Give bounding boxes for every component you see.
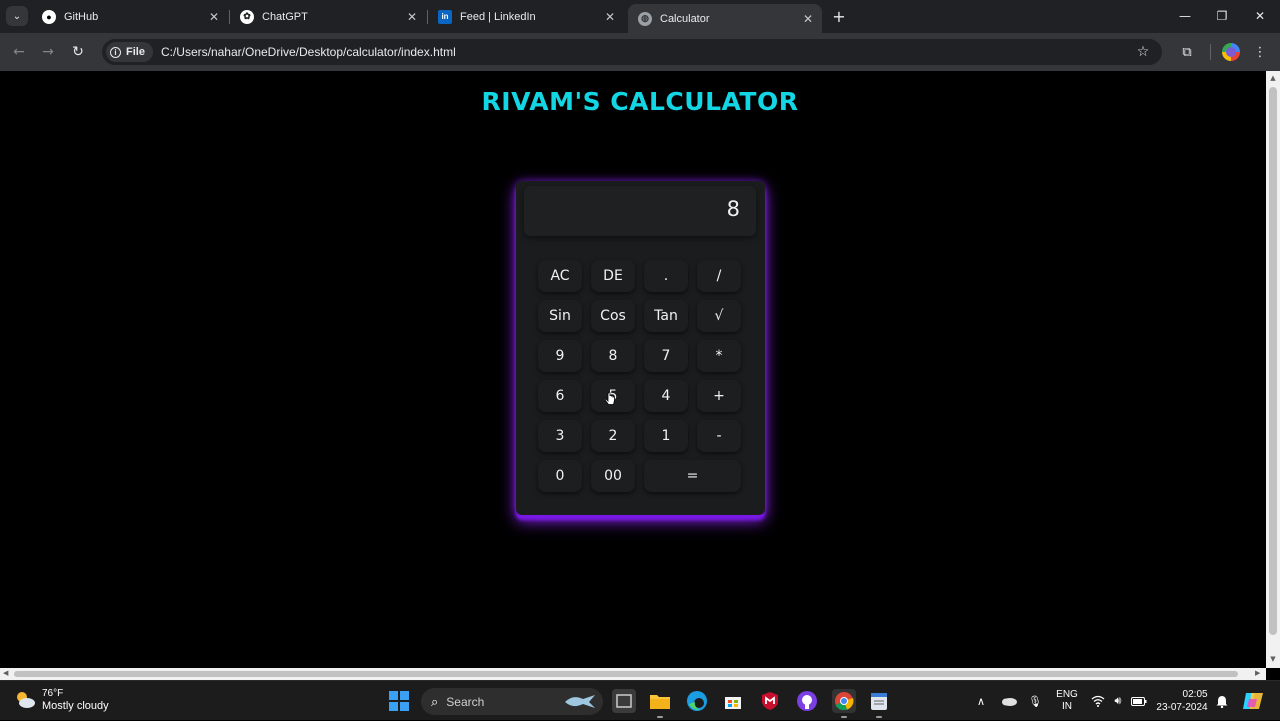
close-tab-icon[interactable]: ✕ xyxy=(206,9,222,25)
menu-dots-icon[interactable]: ⋮ xyxy=(1250,42,1270,62)
search-highlight-icon xyxy=(565,695,595,708)
weather-description: Mostly cloudy xyxy=(42,700,109,712)
key-divide[interactable]: / xyxy=(697,260,741,292)
language-indicator[interactable]: ENG IN xyxy=(1052,681,1082,721)
key-equals[interactable]: = xyxy=(644,460,741,492)
site-info-label: File xyxy=(126,46,145,58)
onedrive-cloud-icon[interactable] xyxy=(998,681,1020,721)
windows-start-icon[interactable] xyxy=(387,689,411,713)
reload-icon[interactable]: ↻ xyxy=(67,41,89,63)
weather-temperature: 76°F xyxy=(42,688,64,699)
key-minus[interactable]: - xyxy=(697,420,741,452)
close-window-icon[interactable]: ✕ xyxy=(1245,6,1275,26)
key-2[interactable]: 2 xyxy=(591,420,635,452)
key-4[interactable]: 4 xyxy=(644,380,688,412)
chatgpt-icon: ✿ xyxy=(240,9,254,24)
notepad-icon[interactable] xyxy=(867,689,891,718)
clock-time: 02:05 xyxy=(1182,689,1208,700)
search-icon: ⌕ xyxy=(431,693,439,709)
bookmark-star-icon[interactable]: ☆ xyxy=(1132,44,1154,60)
file-explorer-icon[interactable] xyxy=(648,689,672,718)
info-icon: i xyxy=(110,46,121,58)
tab-title: GitHub xyxy=(64,10,99,23)
browser-toolbar: ← → ↻ i File C:/Users/nahar/OneDrive/Des… xyxy=(0,33,1280,71)
tab-title: ChatGPT xyxy=(262,10,308,23)
key-sqrt[interactable]: √ xyxy=(697,300,741,332)
close-tab-icon[interactable]: ✕ xyxy=(404,9,420,25)
horizontal-scrollbar[interactable]: ◀ ▶ xyxy=(0,668,1266,680)
globe-icon: ◍ xyxy=(638,11,652,26)
key-decimal[interactable]: . xyxy=(644,260,688,292)
page-viewport: RIVAM'S CALCULATOR 8 AC DE . / Sin Cos T… xyxy=(0,71,1266,668)
key-7[interactable]: 7 xyxy=(644,340,688,372)
new-tab-button[interactable]: + xyxy=(830,7,848,26)
microphone-icon[interactable]: 🎙︎ xyxy=(1027,681,1043,721)
volume-icon[interactable]: 🔊︎ xyxy=(1110,681,1126,721)
wifi-icon[interactable] xyxy=(1090,681,1106,721)
language-region: IN xyxy=(1061,701,1072,712)
search-label: Search xyxy=(446,694,485,709)
tab-chatgpt[interactable]: ✿ ChatGPT ✕ xyxy=(230,4,426,29)
tab-github[interactable]: ● GitHub ✕ xyxy=(32,4,228,29)
tab-calculator[interactable]: ◍ Calculator ✕ xyxy=(628,4,822,33)
restore-icon[interactable]: ❐ xyxy=(1207,6,1237,26)
github-icon: ● xyxy=(42,9,56,24)
show-hidden-icons-chevron-icon[interactable]: ∧ xyxy=(972,681,990,721)
language-code: ENG xyxy=(1056,689,1078,700)
profile-avatar[interactable] xyxy=(1222,43,1240,61)
key-delete[interactable]: DE xyxy=(591,260,635,292)
key-multiply[interactable]: * xyxy=(697,340,741,372)
key-cos[interactable]: Cos xyxy=(591,300,635,332)
url-text[interactable]: C:/Users/nahar/OneDrive/Desktop/calculat… xyxy=(161,45,1132,59)
site-info-chip[interactable]: i File xyxy=(106,42,153,62)
vertical-scrollbar[interactable]: ▲ ▼ xyxy=(1266,71,1280,668)
tab-search-button[interactable]: ⌄ xyxy=(6,6,28,26)
key-1[interactable]: 1 xyxy=(644,420,688,452)
github-desktop-icon[interactable] xyxy=(795,689,819,713)
clock-date: 23-07-2024 xyxy=(1156,702,1208,713)
minimize-icon[interactable]: — xyxy=(1170,6,1200,26)
forward-icon[interactable]: → xyxy=(37,41,59,63)
cloudy-weather-icon xyxy=(17,692,35,708)
tab-strip: ⌄ ● GitHub ✕ ✿ ChatGPT ✕ in Feed | Linke… xyxy=(0,0,1280,33)
chrome-icon[interactable] xyxy=(832,689,856,718)
address-bar[interactable]: i File C:/Users/nahar/OneDrive/Desktop/c… xyxy=(102,39,1162,65)
tab-title: Calculator xyxy=(660,12,710,25)
close-tab-icon[interactable]: ✕ xyxy=(602,9,618,25)
taskbar-search[interactable]: ⌕ Search xyxy=(421,688,603,715)
hand-cursor-icon xyxy=(605,392,615,405)
battery-icon[interactable] xyxy=(1130,681,1148,721)
page-title: RIVAM'S CALCULATOR xyxy=(481,87,799,116)
weather-widget[interactable]: 76°F Mostly cloudy xyxy=(14,687,109,713)
tab-title: Feed | LinkedIn xyxy=(460,10,536,23)
key-8[interactable]: 8 xyxy=(591,340,635,372)
key-plus[interactable]: + xyxy=(697,380,741,412)
task-view-icon[interactable] xyxy=(612,689,636,713)
copilot-icon[interactable] xyxy=(1240,681,1266,721)
tab-linkedin[interactable]: in Feed | LinkedIn ✕ xyxy=(428,4,624,29)
key-ac[interactable]: AC xyxy=(538,260,582,292)
system-clock[interactable]: 02:05 23-07-2024 xyxy=(1152,681,1212,721)
notification-bell-icon[interactable] xyxy=(1214,681,1230,721)
key-9[interactable]: 9 xyxy=(538,340,582,372)
calculator-display: 8 xyxy=(524,186,756,236)
back-icon[interactable]: ← xyxy=(8,41,30,63)
close-tab-icon[interactable]: ✕ xyxy=(800,11,816,27)
key-6[interactable]: 6 xyxy=(538,380,582,412)
windows-taskbar: 76°F Mostly cloudy ⌕ Search ∧ 🎙︎ ENG IN … xyxy=(0,680,1280,720)
key-sin[interactable]: Sin xyxy=(538,300,582,332)
extensions-icon[interactable]: ⧉ xyxy=(1177,42,1197,62)
edge-browser-icon[interactable] xyxy=(685,689,709,713)
microsoft-store-icon[interactable] xyxy=(721,689,745,713)
mcafee-icon[interactable] xyxy=(758,689,782,713)
calculator: 8 AC DE . / Sin Cos Tan √ 9 8 7 * 6 5 4 … xyxy=(516,181,765,515)
linkedin-icon: in xyxy=(438,9,452,24)
key-tan[interactable]: Tan xyxy=(644,300,688,332)
key-3[interactable]: 3 xyxy=(538,420,582,452)
key-0[interactable]: 0 xyxy=(538,460,582,492)
key-00[interactable]: 00 xyxy=(591,460,635,492)
